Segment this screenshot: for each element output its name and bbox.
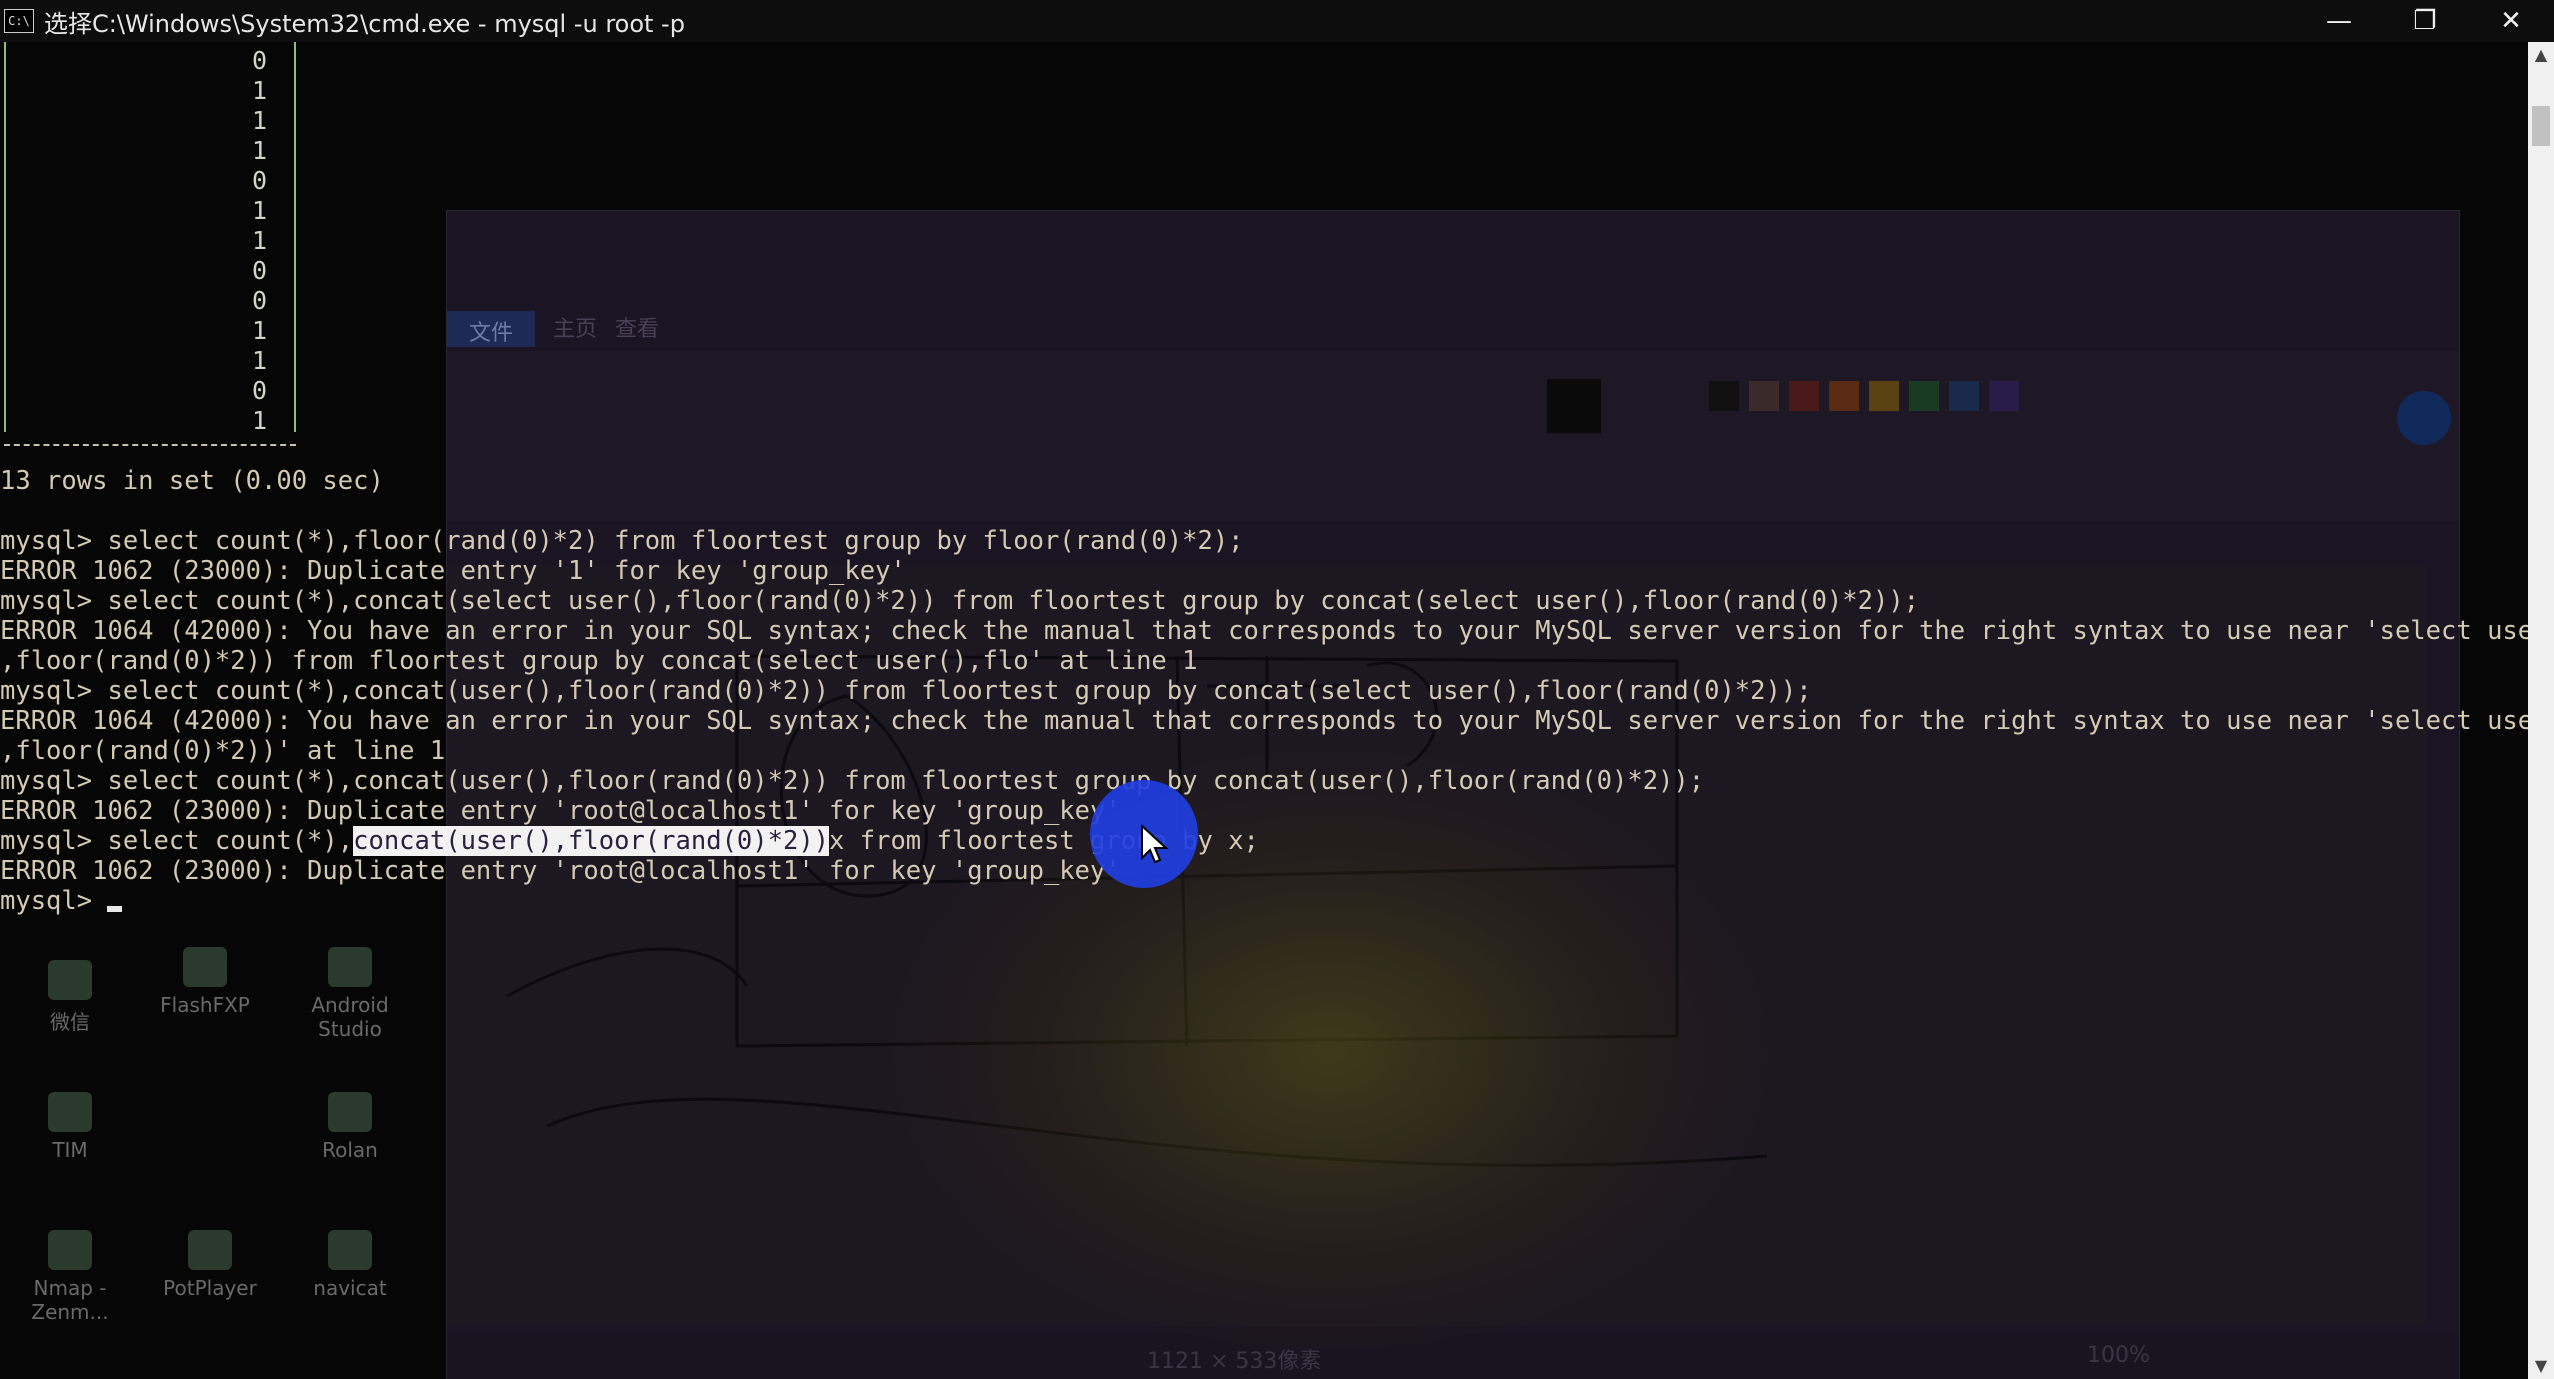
console-line: ERROR 1062 (23000): Duplicate entry 'roo…	[0, 796, 1121, 826]
text-cursor	[107, 906, 123, 912]
last-command-prefix: mysql> select count(*),	[0, 826, 354, 856]
console-line: mysql> select count(*),floor(rand(0)*2) …	[0, 526, 1244, 556]
minimize-icon: —	[2326, 6, 2352, 36]
mouse-pointer-icon	[1141, 823, 1169, 864]
last-error-line: ERROR 1062 (23000): Duplicate entry 'roo…	[0, 856, 1121, 886]
close-icon: ✕	[2500, 6, 2522, 36]
console-line: ,floor(rand(0)*2))' at line 1	[0, 736, 446, 766]
console-line: ERROR 1064 (42000): You have an error in…	[0, 706, 2554, 736]
console-line: mysql> select count(*),concat(select use…	[0, 586, 1920, 616]
input-prompt-line[interactable]: mysql>	[0, 886, 123, 916]
restore-button[interactable]: ❐	[2382, 0, 2468, 42]
console-scrollbar[interactable]: ▲ ▼	[2528, 42, 2554, 1379]
console-line: mysql> select count(*),concat(user(),flo…	[0, 766, 1705, 796]
window-title: 选择C:\Windows\System32\cmd.exe - mysql -u…	[44, 9, 685, 38]
selected-text[interactable]: concat(user(),floor(rand(0)*2))	[353, 826, 830, 856]
console-title-bar[interactable]: C:\ 选择C:\Windows\System32\cmd.exe - mysq…	[0, 0, 2554, 42]
scrollbar-thumb[interactable]	[2532, 106, 2550, 146]
console-output[interactable]: 13 rows in set (0.00 sec) mysql> select …	[0, 42, 2554, 1379]
scroll-up-icon[interactable]: ▲	[2528, 42, 2554, 68]
console-line: mysql> select count(*),concat(user(),flo…	[0, 676, 1812, 706]
scroll-down-icon[interactable]: ▼	[2528, 1353, 2554, 1379]
console-line: ,floor(rand(0)*2)) from floortest group …	[0, 646, 1198, 676]
close-button[interactable]: ✕	[2468, 0, 2554, 42]
mysql-prompt: mysql>	[0, 886, 108, 916]
minimize-button[interactable]: —	[2296, 0, 2382, 42]
rows-in-set-line: 13 rows in set (0.00 sec)	[0, 466, 384, 496]
last-command-line: mysql> select count(*),concat(user(),flo…	[0, 826, 1259, 856]
console-line: ERROR 1062 (23000): Duplicate entry '1' …	[0, 556, 906, 586]
console-line: ERROR 1064 (42000): You have an error in…	[0, 616, 2554, 646]
restore-icon: ❐	[2413, 6, 2437, 36]
cmd-app-icon[interactable]: C:\	[4, 9, 34, 33]
